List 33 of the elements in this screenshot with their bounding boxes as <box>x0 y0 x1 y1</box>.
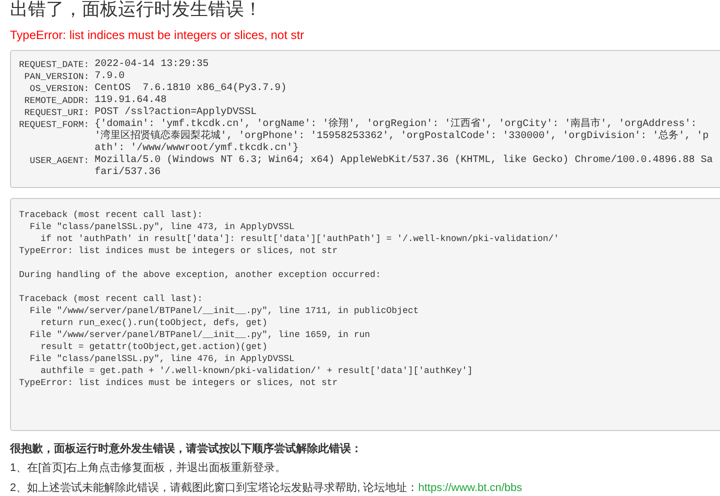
field-value: {'domain': 'ymf.tkcdk.cn', 'orgName': '徐翔', 'orgRegion': '江西省', 'orgCity': '南昌市', 'orgAddress': '湾里区招贤镇恋泰园梨花城', 'orgPhone': '15958253362', 'orgPostalCode': '330000', 'orgDivision': '总务', 'path': '/www/wwwroot/ymf.tkcdk.cn'} <box>94 119 710 154</box>
help-step: 2、如上述尝试未能解除此错误，请截图此窗口到宝塔论坛发贴寻求帮助, 论坛地址： <box>10 480 418 496</box>
field-label: PAN_VERSION: <box>23 71 90 83</box>
field-label: USER_AGENT: <box>28 155 90 168</box>
field-label: REQUEST_FORM: <box>19 119 90 132</box>
field-value: Mozilla/5.0 (Windows NT 6.3; Win64; x64) AppleWebKit/537.36 (KHTML, like Gecko) Chrome/100.0.4896.88 Safari/537.36 <box>94 155 714 179</box>
traceback-line: File "class/panelSSL.py", line 476, in ApplyDVSSL <box>28 353 296 365</box>
traceback-line: authfile = get.path + '/.well-known/pki-validation/' + result['data']['authKey'] <box>40 365 474 377</box>
field-value: 2022-04-14 13:29:35 <box>94 59 210 71</box>
help-step: 1、在[首页]右上角点击修复面板，并退出面板重新登录。 <box>10 460 286 476</box>
help-heading: 很抱歉，面板运行时意外发生错误，请尝试按以下顺序尝试解除此错误： <box>10 442 363 456</box>
traceback-line: File "class/panelSSL.py", line 473, in ApplyDVSSL <box>28 221 296 233</box>
field-value: CentOS 7.6.1810 x86_64(Py3.7.9) <box>94 83 288 95</box>
field-value: 119.91.64.48 <box>94 95 168 106</box>
traceback-line: return run_exec().run(toObject, defs, get) <box>40 317 268 329</box>
traceback-line: result = getattr(toObject,get.action)(get) <box>40 341 268 353</box>
field-value: 7.9.0 <box>94 71 126 83</box>
field-value: POST /ssl?action=ApplyDVSSL <box>94 107 258 118</box>
field-label: REQUEST_DATE: <box>19 59 90 71</box>
traceback-line: TypeError: list indices must be integers or slices, not str <box>19 377 339 389</box>
traceback-line: Traceback (most recent call last): <box>19 209 204 221</box>
traceback-line: File "/www/server/panel/BTPanel/__init__.py", line 1659, in run <box>28 329 372 341</box>
field-label: OS_VERSION: <box>28 83 90 95</box>
traceback-line: During handling of the above exception, another exception occurred: <box>19 269 382 281</box>
error-message: TypeError: list indices must be integers or slices, not str <box>10 27 306 44</box>
field-label: REQUEST_URI: <box>23 107 90 119</box>
traceback-line: Traceback (most recent call last): <box>19 293 204 305</box>
field-label: REMOTE_ADDR: <box>23 95 90 107</box>
forum-link[interactable]: https://www.bt.cn/bbs <box>418 480 522 496</box>
traceback-line: TypeError: list indices must be integers or slices, not str <box>19 245 339 257</box>
traceback-line: File "/www/server/panel/BTPanel/__init__.py", line 1711, in publicObject <box>28 305 420 317</box>
window-title: 出错了，面板运行时发生错误！ <box>10 0 263 20</box>
traceback-line: if not 'authPath' in result['data']: result['data']['authPath'] = '/.well-known/pki-validation/' <box>40 233 560 245</box>
